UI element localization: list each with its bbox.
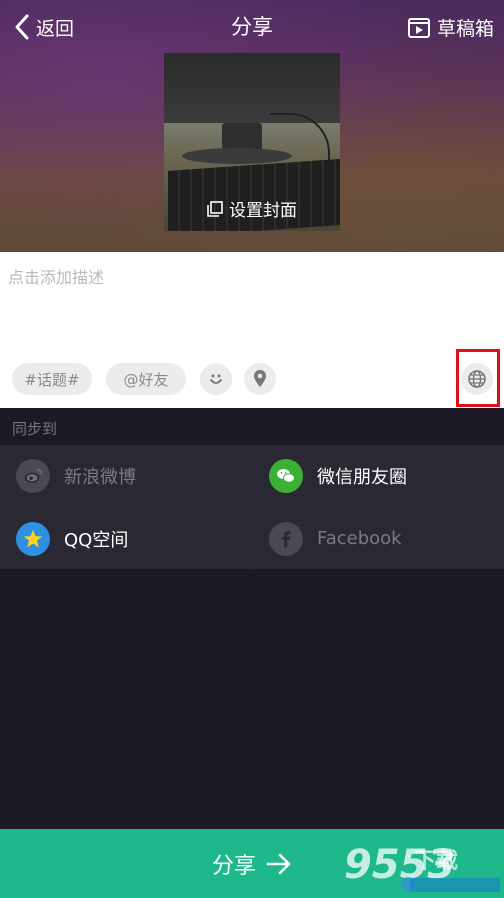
arrow-right-icon <box>266 853 291 874</box>
set-cover-button[interactable]: 设置封面 <box>164 196 340 221</box>
cover-photo-monitor <box>164 53 340 123</box>
description-panel: #话题# @好友 <box>0 252 504 408</box>
location-button[interactable] <box>244 363 276 395</box>
sync-weibo-label: 新浪微博 <box>64 466 136 488</box>
mention-friend-chip[interactable]: @好友 <box>106 363 186 395</box>
sync-wechat-moments[interactable]: 微信朋友圈 <box>253 445 504 506</box>
qzone-icon <box>16 521 50 556</box>
drafts-button[interactable]: 草稿箱 <box>407 12 494 42</box>
drafts-icon <box>407 18 430 38</box>
weibo-icon <box>16 458 50 493</box>
globe-icon <box>468 370 486 388</box>
smiley-icon <box>210 374 222 384</box>
description-input[interactable] <box>8 264 498 354</box>
sync-qzone-label: QQ空间 <box>64 529 129 551</box>
visibility-globe-button[interactable] <box>461 363 493 395</box>
sync-wechat-label: 微信朋友圈 <box>317 466 407 488</box>
share-button-label: 分享 <box>211 853 256 879</box>
header: 返回 分享 草稿箱 设置封面 <box>0 0 504 252</box>
wechat-icon <box>269 458 303 493</box>
set-cover-label: 设置封面 <box>229 201 297 221</box>
facebook-icon <box>269 521 303 556</box>
sync-weibo[interactable]: 新浪微博 <box>0 445 251 506</box>
location-pin-icon <box>254 370 266 387</box>
sync-facebook-label: Facebook <box>317 528 402 549</box>
sync-facebook[interactable]: Facebook <box>253 508 504 569</box>
cover-thumbnail[interactable]: 设置封面 <box>164 53 340 231</box>
sync-targets-grid: 新浪微博 微信朋友圈 QQ空间 Facebook <box>0 445 504 569</box>
copy-icon <box>207 200 223 217</box>
drafts-label: 草稿箱 <box>436 17 494 40</box>
topic-chip[interactable]: #话题# <box>12 363 92 395</box>
emoji-button[interactable] <box>200 363 232 395</box>
sync-qzone[interactable]: QQ空间 <box>0 508 251 569</box>
share-button[interactable]: 分享 <box>0 829 504 898</box>
cover-photo-stand <box>222 123 262 151</box>
sync-section-title: 同步到 <box>12 420 58 438</box>
